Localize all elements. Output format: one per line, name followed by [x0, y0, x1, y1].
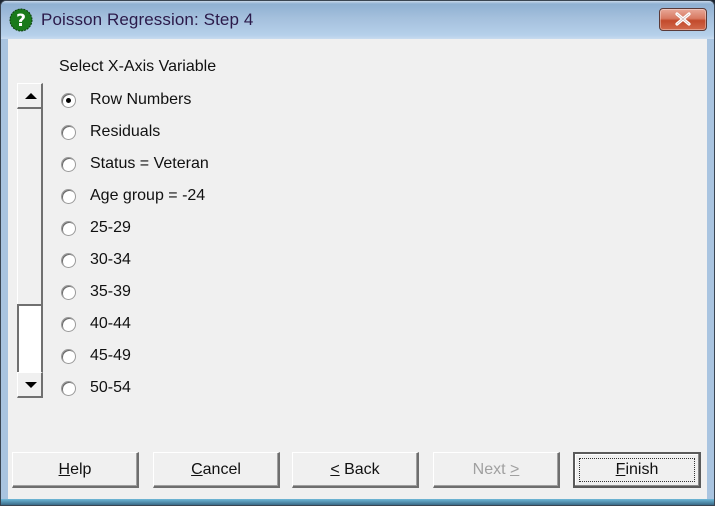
radio-button[interactable] [61, 188, 76, 204]
radio-label: 50-54 [90, 379, 131, 396]
arrow-up-icon [25, 93, 37, 99]
arrow-down-icon [25, 382, 37, 388]
radio-button[interactable] [61, 92, 76, 108]
dialog-window: ? Poisson Regression: Step 4 Select X-Ax… [0, 0, 715, 506]
radio-option-row-numbers[interactable]: Row Numbers [59, 84, 459, 116]
close-button[interactable] [659, 8, 707, 31]
finish-button[interactable]: Finish [573, 452, 701, 488]
cancel-button-label: ancel [202, 460, 241, 478]
radio-option-30-34[interactable]: 30-34 [59, 244, 459, 276]
section-label: Select X-Axis Variable [59, 58, 217, 75]
radio-label: Age group = -24 [90, 187, 206, 204]
close-icon [675, 12, 691, 26]
scroll-down-button[interactable] [17, 372, 43, 398]
focus-ring [579, 458, 695, 482]
window-title: Poisson Regression: Step 4 [41, 10, 254, 29]
radio-button[interactable] [61, 156, 76, 172]
scroll-up-button[interactable] [17, 83, 43, 109]
next-button-mnemonic: > [510, 460, 520, 478]
scrollbar-thumb[interactable] [17, 304, 43, 372]
radio-button[interactable] [61, 124, 76, 140]
help-button-label: elp [70, 460, 92, 478]
radio-label: 45-49 [90, 347, 131, 364]
help-button-mnemonic: H [58, 460, 71, 478]
radio-button[interactable] [61, 348, 76, 364]
radio-option-40-44[interactable]: 40-44 [59, 308, 459, 340]
radio-option-50-54[interactable]: 50-54 [59, 372, 459, 404]
radio-label: Residuals [90, 123, 161, 140]
vertical-scrollbar[interactable] [17, 83, 43, 398]
svg-text:?: ? [16, 11, 26, 31]
radio-option-age-group-24[interactable]: Age group = -24 [59, 180, 459, 212]
radio-label: 35-39 [90, 283, 131, 300]
scrollbar-track[interactable] [17, 109, 43, 304]
cancel-button[interactable]: Cancel [153, 452, 280, 488]
radio-option-status-veteran[interactable]: Status = Veteran [59, 148, 459, 180]
help-button[interactable]: Help [12, 452, 139, 488]
radio-option-residuals[interactable]: Residuals [59, 116, 459, 148]
radio-label: Row Numbers [90, 91, 192, 108]
back-button-mnemonic: < [330, 460, 340, 478]
next-button[interactable]: Next > [433, 452, 560, 488]
cancel-button-mnemonic: C [191, 460, 203, 478]
next-button-label: Next [472, 460, 510, 478]
radio-label: 30-34 [90, 251, 131, 268]
x-axis-variable-list: Row Numbers Residuals Status = Veteran A… [59, 84, 459, 404]
radio-label: 40-44 [90, 315, 131, 332]
radio-button[interactable] [61, 284, 76, 300]
help-question-icon: ? [9, 8, 33, 32]
title-bar[interactable]: ? Poisson Regression: Step 4 [1, 1, 714, 39]
radio-button[interactable] [61, 380, 76, 396]
radio-option-25-29[interactable]: 25-29 [59, 212, 459, 244]
back-button[interactable]: < Back [292, 452, 419, 488]
radio-option-35-39[interactable]: 35-39 [59, 276, 459, 308]
radio-label: 25-29 [90, 219, 131, 236]
radio-option-45-49[interactable]: 45-49 [59, 340, 459, 372]
radio-button[interactable] [61, 316, 76, 332]
radio-button[interactable] [61, 252, 76, 268]
radio-label: Status = Veteran [90, 155, 209, 172]
back-button-label: Back [339, 460, 380, 478]
radio-button[interactable] [61, 220, 76, 236]
window-frame-bottom [1, 499, 714, 505]
